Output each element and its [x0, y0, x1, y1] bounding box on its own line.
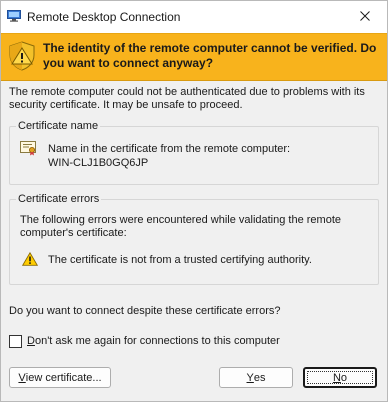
banner-message: The identity of the remote computer cann…: [43, 41, 377, 70]
intro-message: The remote computer could not be authent…: [9, 86, 365, 111]
certificate-errors-group: Certificate errors The following errors …: [9, 192, 379, 285]
certificate-name-label: Name in the certificate from the remote …: [48, 143, 291, 155]
dont-ask-label[interactable]: Don't ask me again for connections to th…: [27, 335, 280, 348]
remote-desktop-icon: [7, 10, 21, 22]
view-certificate-mnemonic: V: [18, 371, 26, 384]
close-button[interactable]: [343, 1, 387, 33]
certificate-name-group: Certificate name Name in the certificate…: [9, 119, 379, 185]
view-certificate-button[interactable]: View certificate...: [9, 367, 111, 388]
warning-triangle-icon: [21, 251, 39, 266]
view-certificate-label: iew certificate...: [25, 371, 102, 384]
title-bar: Remote Desktop Connection: [1, 1, 387, 33]
yes-label: es: [253, 371, 266, 384]
dont-ask-checkbox-row[interactable]: Don't ask me again for connections to th…: [9, 334, 280, 348]
warning-banner: The identity of the remote computer cann…: [1, 33, 387, 81]
certificate-icon: [20, 140, 38, 156]
dont-ask-checkbox[interactable]: [9, 334, 22, 348]
certificate-errors-intro: The following errors were encountered wh…: [20, 214, 342, 239]
security-shield-warning-icon: [6, 40, 38, 72]
remote-desktop-dialog: Remote Desktop Connection The identity o…: [0, 0, 388, 402]
certificate-name-legend: Certificate name: [16, 119, 101, 133]
no-mnemonic: N: [332, 371, 341, 384]
dont-ask-mnemonic: D: [27, 334, 35, 347]
certificate-error-item: The certificate is not from a trusted ce…: [48, 254, 312, 266]
window-title: Remote Desktop Connection: [27, 10, 181, 24]
yes-mnemonic: Y: [246, 371, 254, 384]
dont-ask-label-text: on't ask me again for connections to thi…: [34, 334, 280, 347]
no-button[interactable]: No: [303, 367, 377, 388]
certificate-errors-legend: Certificate errors: [16, 192, 102, 206]
connect-question: Do you want to connect despite these cer…: [9, 305, 281, 317]
yes-button[interactable]: Yes: [219, 367, 293, 388]
certificate-name-value: WIN-CLJ1B0GQ6JP: [48, 157, 149, 169]
close-icon: [360, 10, 370, 24]
no-label: o: [340, 371, 348, 384]
